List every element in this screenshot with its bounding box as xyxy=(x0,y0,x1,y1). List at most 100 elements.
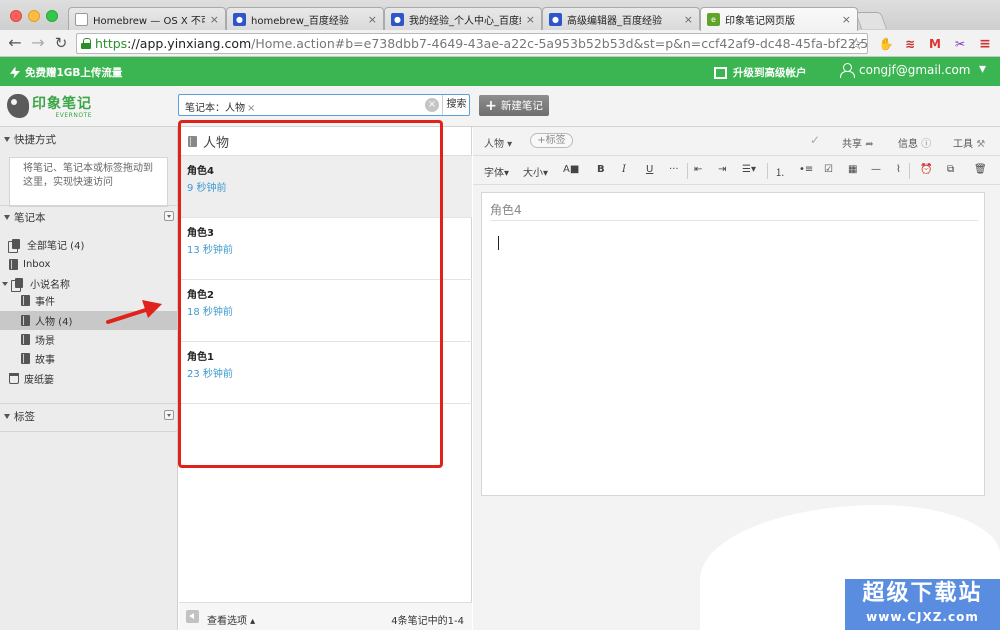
info-circle-icon: ⓘ xyxy=(921,139,932,150)
tab-close-icon[interactable]: × xyxy=(368,13,377,26)
editor-header: 人物 ▾ +标签 ✓ 共享 ➦ 信息 ⓘ 工具 ⚒ xyxy=(473,127,1000,155)
collapse-triangle-icon xyxy=(4,413,10,419)
alarm-icon[interactable]: ⏰ xyxy=(920,164,932,175)
notebook-icon xyxy=(21,353,30,364)
notebooks-header[interactable]: 笔记本 xyxy=(0,207,178,227)
numbered-list-icon[interactable]: ⒈ xyxy=(775,164,785,179)
indent-decrease-icon[interactable]: ⇤ xyxy=(694,164,702,175)
notebook-icon xyxy=(21,295,30,306)
tab-close-icon[interactable]: × xyxy=(526,13,535,26)
tab-close-icon[interactable]: × xyxy=(842,13,851,26)
share-button[interactable]: 共享 ➦ xyxy=(842,135,874,150)
checkbox-icon[interactable]: ☑ xyxy=(824,164,833,175)
annotation-arrow-icon xyxy=(106,300,162,324)
link-icon[interactable]: ⌇ xyxy=(896,164,901,175)
sidebar-item-all-notes[interactable]: 全部笔记 (4) xyxy=(8,235,84,254)
new-tab-button[interactable] xyxy=(854,12,888,29)
horizontal-rule-icon[interactable]: — xyxy=(871,164,881,175)
minimize-window-button[interactable] xyxy=(28,10,40,22)
extension-hand-icon[interactable]: ✋ xyxy=(878,36,894,52)
note-title-field[interactable]: 角色4 xyxy=(490,201,522,218)
bullet-list-icon[interactable]: •≡ xyxy=(799,164,813,175)
search-input[interactable]: 笔记本：人物 × × 搜索 xyxy=(178,94,470,116)
remove-scope-icon[interactable]: × xyxy=(247,103,255,114)
new-note-button[interactable]: + 新建笔记 xyxy=(479,95,549,116)
evernote-logo[interactable]: 印象笔记 EVERNOTE xyxy=(7,93,92,119)
new-note-label: 新建笔记 xyxy=(500,100,543,112)
note-count: 4条笔记中的1-4 xyxy=(391,616,464,627)
view-options-button[interactable]: 查看选项 ▴ xyxy=(207,612,255,627)
expand-triangle-icon[interactable] xyxy=(2,281,8,286)
zoom-window-button[interactable] xyxy=(46,10,58,22)
divider xyxy=(0,403,178,404)
elephant-logo-icon xyxy=(7,94,29,118)
indent-increase-icon[interactable]: ⇥ xyxy=(718,164,726,175)
gmail-icon[interactable]: M xyxy=(927,36,943,52)
user-account-menu[interactable]: congjf@gmail.com xyxy=(840,63,971,78)
bookmark-star-icon[interactable]: ☆ xyxy=(849,34,863,53)
font-size-select[interactable]: 大小▾ xyxy=(523,164,548,179)
align-icon[interactable]: ☰▾ xyxy=(742,164,756,175)
tags-menu-icon[interactable] xyxy=(164,410,174,420)
bold-button[interactable]: B xyxy=(597,164,605,175)
notebook-icon xyxy=(21,334,30,345)
font-label: 字体 xyxy=(484,168,504,179)
sidebar-item-trash[interactable]: 废纸篓 xyxy=(9,369,54,388)
shortcuts-header[interactable]: 快捷方式 xyxy=(0,129,178,149)
upgrade-link[interactable]: 升级到高级帐户 xyxy=(714,65,807,80)
extension-scissors-icon[interactable]: ✂ xyxy=(952,36,968,52)
table-icon[interactable]: ▦ xyxy=(848,164,857,175)
font-color-button[interactable]: A■ xyxy=(563,164,579,175)
tab-close-icon[interactable]: × xyxy=(210,13,219,26)
more-format-button[interactable]: ··· xyxy=(669,164,679,175)
delete-note-icon[interactable]: 🗑 xyxy=(974,164,987,175)
address-bar[interactable]: https://app.yinxiang.com/Home.action#b=e… xyxy=(76,33,868,54)
watermark-url: www.CJXZ.com xyxy=(866,610,979,624)
free-upload-promo[interactable]: 免费赠1GB上传流量 xyxy=(10,65,122,80)
sidebar-item-inbox[interactable]: Inbox xyxy=(9,255,50,274)
shortcuts-title: 快捷方式 xyxy=(14,133,56,146)
add-tag-button[interactable]: +标签 xyxy=(530,133,573,148)
menu-icon[interactable]: ≡ xyxy=(977,36,993,52)
browser-tab-baidu-homebrew[interactable]: ● homebrew_百度经验 × xyxy=(226,7,384,30)
info-button[interactable]: 信息 ⓘ xyxy=(898,135,931,150)
expand-editor-icon[interactable]: ⧉ xyxy=(947,164,954,175)
close-window-button[interactable] xyxy=(10,10,22,22)
tools-button[interactable]: 工具 ⚒ xyxy=(953,135,985,150)
gift-icon xyxy=(714,66,727,79)
collapse-triangle-icon xyxy=(4,136,10,142)
clear-search-icon[interactable]: × xyxy=(425,98,439,112)
sidebar-item-label: 场景 xyxy=(35,336,55,347)
tab-title: 高级编辑器_百度经验 xyxy=(567,15,662,27)
sidebar-item-scenes[interactable]: 场景 xyxy=(21,330,55,349)
browser-tab-baidu-profile[interactable]: ● 我的经验_个人中心_百度经验 × xyxy=(384,7,542,30)
back-arrow-icon[interactable]: ← xyxy=(5,33,25,53)
note-content-area[interactable]: 角色4 xyxy=(481,192,985,496)
tags-header[interactable]: 标签 xyxy=(0,406,178,426)
notebooks-menu-icon[interactable] xyxy=(164,211,174,221)
reload-icon[interactable]: ↻ xyxy=(51,33,71,53)
size-label: 大小 xyxy=(523,168,543,179)
account-dropdown-icon[interactable]: ▾ xyxy=(979,61,986,77)
browser-tab-homebrew[interactable]: Homebrew — OS X 不可或缺 × xyxy=(68,7,226,30)
collapse-triangle-icon xyxy=(4,214,10,220)
extension-translate-icon[interactable]: ≋ xyxy=(902,36,918,52)
font-family-select[interactable]: 字体▾ xyxy=(484,164,509,179)
browser-tab-baidu-editor[interactable]: ● 高级编辑器_百度经验 × xyxy=(542,7,700,30)
text-cursor xyxy=(498,236,499,250)
sidebar-item-story[interactable]: 故事 xyxy=(21,349,55,368)
tab-close-icon[interactable]: × xyxy=(684,13,693,26)
tab-title: homebrew_百度经验 xyxy=(251,15,349,27)
collapse-panel-icon[interactable] xyxy=(186,610,199,623)
sidebar-item-label: 事件 xyxy=(35,297,55,308)
forward-arrow-icon[interactable]: → xyxy=(28,33,48,53)
sidebar-item-events[interactable]: 事件 xyxy=(21,291,55,310)
browser-tab-evernote[interactable]: e 印象笔记网页版 × xyxy=(700,7,858,31)
italic-button[interactable]: I xyxy=(622,164,626,175)
notebook-selector[interactable]: 人物 ▾ xyxy=(484,135,512,150)
sidebar-item-label: 故事 xyxy=(35,355,55,366)
font-color-label: A xyxy=(563,164,570,175)
upgrade-text: 升级到高级帐户 xyxy=(733,67,807,79)
search-button[interactable]: 搜索 xyxy=(442,95,470,115)
underline-button[interactable]: U xyxy=(646,164,653,175)
